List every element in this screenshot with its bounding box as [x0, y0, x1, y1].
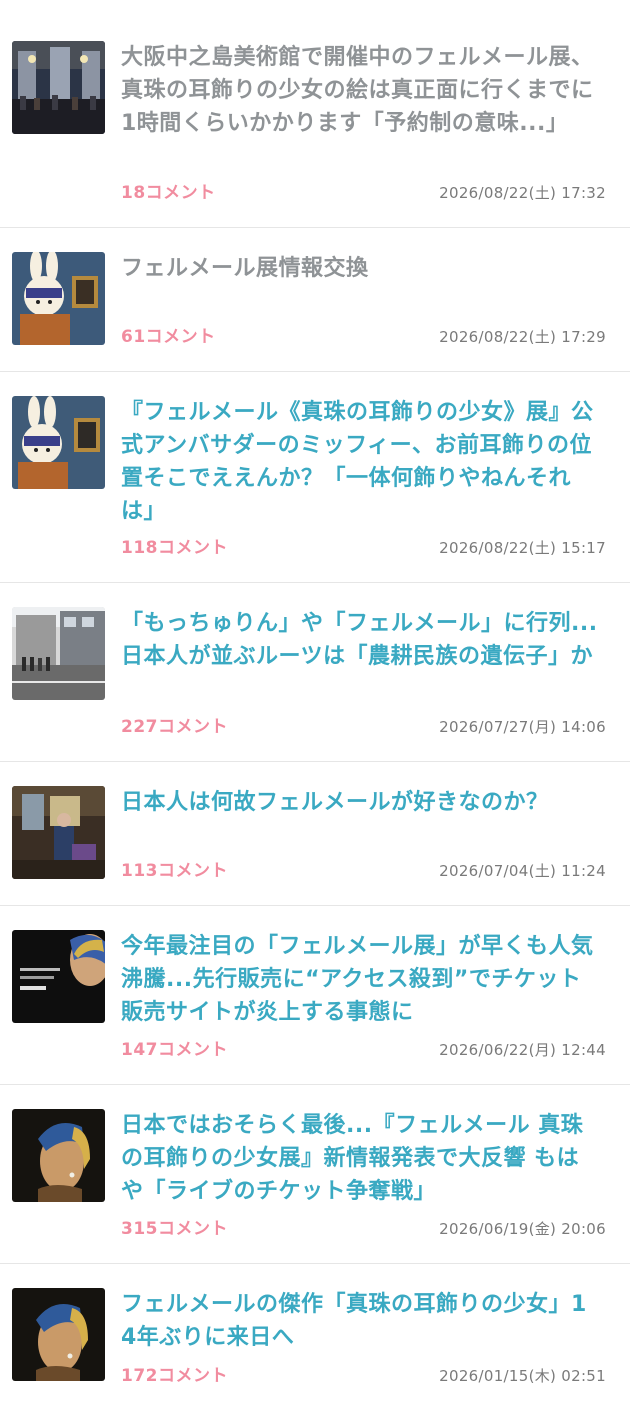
article-title-link[interactable]: 今年最注目の「フェルメール展」が早くも人気沸騰...先行販売に“アクセス殺到”で… [121, 930, 599, 1029]
comment-count: 61コメント [121, 327, 216, 347]
street-queue-image[interactable] [12, 607, 105, 700]
painting-scene-image[interactable] [12, 786, 105, 879]
comment-count: 147コメント [121, 1040, 228, 1060]
post-date: 2026/06/19(金) 20:06 [439, 1220, 606, 1238]
miffy-image[interactable] [12, 252, 105, 345]
miffy-image[interactable] [12, 396, 105, 489]
pearl-earring-girl-image[interactable] [12, 1288, 105, 1381]
article-list: 大阪中之島美術館で開催中のフェルメール展、真珠の耳飾りの少女の絵は真正面に行くま… [0, 0, 630, 1410]
article-item[interactable]: 日本ではおそらく最後...『フェルメール 真珠の耳飾りの少女展』新情報発表で大反… [0, 1085, 630, 1264]
article-item[interactable]: フェルメール展情報交換 61コメント 2026/08/22(土) 17:29 [0, 228, 630, 372]
article-item[interactable]: 「もっちゅりん」や「フェルメール」に行列...日本人が並ぶルーツは「農耕民族の遺… [0, 583, 630, 762]
comment-count: 315コメント [121, 1219, 228, 1239]
article-title-link[interactable]: フェルメールの傑作「真珠の耳飾りの少女」14年ぶりに来日へ [121, 1288, 599, 1354]
post-date: 2026/08/22(土) 17:32 [439, 184, 606, 202]
article-item[interactable]: フェルメールの傑作「真珠の耳飾りの少女」14年ぶりに来日へ 172コメント 20… [0, 1264, 630, 1410]
post-date: 2026/07/04(土) 11:24 [439, 862, 606, 880]
article-item[interactable]: 今年最注目の「フェルメール展」が早くも人気沸騰...先行販売に“アクセス殺到”で… [0, 906, 630, 1085]
article-title-link[interactable]: 大阪中之島美術館で開催中のフェルメール展、真珠の耳飾りの少女の絵は真正面に行くま… [121, 41, 599, 140]
post-date: 2026/08/22(土) 15:17 [439, 539, 606, 557]
comment-count: 172コメント [121, 1366, 228, 1386]
article-title-link[interactable]: 「もっちゅりん」や「フェルメール」に行列...日本人が並ぶルーツは「農耕民族の遺… [121, 607, 599, 673]
article-title-link[interactable]: フェルメール展情報交換 [121, 252, 599, 285]
article-item[interactable]: 日本人は何故フェルメールが好きなのか？ 113コメント 2026/07/04(土… [0, 762, 630, 906]
post-date: 2026/07/27(月) 14:06 [439, 718, 606, 736]
article-title-link[interactable]: 『フェルメール《真珠の耳飾りの少女》展』公式アンバサダーのミッフィー、お前耳飾り… [121, 396, 599, 528]
comment-count: 227コメント [121, 717, 228, 737]
article-item[interactable]: 『フェルメール《真珠の耳飾りの少女》展』公式アンバサダーのミッフィー、お前耳飾り… [0, 372, 630, 583]
exhibition-poster-image[interactable] [12, 930, 105, 1023]
comment-count: 113コメント [121, 861, 228, 881]
article-title-link[interactable]: 日本人は何故フェルメールが好きなのか？ [121, 786, 599, 819]
museum-hall-image[interactable] [12, 41, 105, 134]
post-date: 2026/01/15(木) 02:51 [439, 1367, 606, 1385]
comment-count: 118コメント [121, 538, 228, 558]
pearl-earring-girl-image[interactable] [12, 1109, 105, 1202]
post-date: 2026/06/22(月) 12:44 [439, 1041, 606, 1059]
post-date: 2026/08/22(土) 17:29 [439, 328, 606, 346]
article-item[interactable]: 大阪中之島美術館で開催中のフェルメール展、真珠の耳飾りの少女の絵は真正面に行くま… [0, 17, 630, 228]
article-title-link[interactable]: 日本ではおそらく最後...『フェルメール 真珠の耳飾りの少女展』新情報発表で大反… [121, 1109, 599, 1208]
comment-count: 18コメント [121, 183, 216, 203]
